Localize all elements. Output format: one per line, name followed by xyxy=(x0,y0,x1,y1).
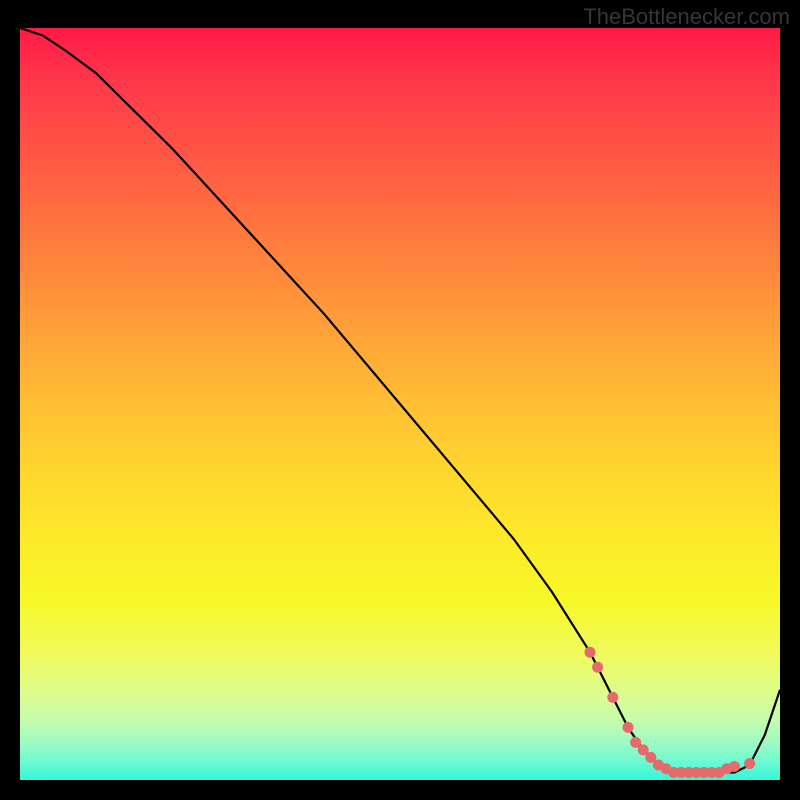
marker-point xyxy=(744,758,755,769)
chart-svg xyxy=(20,28,780,780)
plot-area xyxy=(20,28,780,780)
watermark-text: TheBottlenecker.com xyxy=(583,4,790,30)
marker-point xyxy=(623,722,634,733)
marker-point xyxy=(592,662,603,673)
marker-point xyxy=(729,761,740,772)
marker-point xyxy=(585,647,596,658)
line-series xyxy=(20,28,780,773)
marker-point xyxy=(607,692,618,703)
chart-container: TheBottlenecker.com xyxy=(0,0,800,800)
marker-group xyxy=(585,647,756,778)
